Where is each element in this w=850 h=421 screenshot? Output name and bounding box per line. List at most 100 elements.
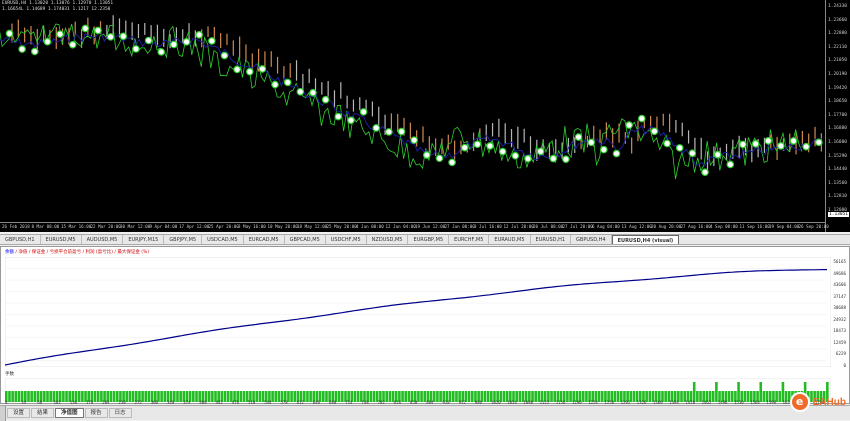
trade-marker-ring — [688, 149, 697, 158]
trade-marker-ring — [777, 142, 785, 150]
chart-tab[interactable]: GBPJPY,M5 — [164, 235, 203, 244]
time-tick: 26 Sep 20:00 — [798, 224, 829, 229]
price-tick: 1.16080 — [828, 140, 847, 145]
chart-tab[interactable]: EURAUD,M5 — [489, 235, 531, 244]
chart-tab[interactable]: GBPCAD,M5 — [285, 235, 326, 244]
trade-marker-ring — [650, 127, 659, 136]
balance-tick: 18473 — [833, 328, 846, 333]
trade-marker-icon — [524, 154, 532, 163]
trade-marker-ring — [536, 147, 545, 156]
tester-tab[interactable]: 报告 — [84, 408, 108, 418]
trade-marker-icon — [359, 108, 368, 116]
volume-bar — [680, 391, 683, 402]
trade-marker-ring — [258, 65, 267, 73]
time-axis: 26 Feb 2018 8 Mar 08:00 15 Mar 16:00 22 Mar… — [0, 222, 829, 232]
chart-tab[interactable]: USDCAD,M5 — [202, 235, 244, 244]
trade-marker-icon — [81, 24, 90, 33]
price-chart-canvas[interactable] — [0, 0, 826, 222]
time-tick: 22 Mar 20:00 — [90, 224, 121, 229]
volume-bar — [486, 391, 490, 402]
trade-marker-icon — [688, 149, 697, 158]
volume-bar — [470, 391, 474, 402]
price-tick: 1.18650 — [828, 99, 847, 105]
chart-tab[interactable]: USDCHF,M5 — [326, 235, 367, 244]
tester-tab[interactable]: 结果 — [31, 408, 55, 418]
trade-marker-icon — [119, 32, 128, 41]
trade-marker-icon — [233, 65, 241, 74]
trade-marker-icon — [397, 127, 406, 136]
volume-bar — [160, 391, 163, 402]
price-chart[interactable]: EURUSD,H4 1.13020 1.13076 1.12970 1.1305… — [0, 0, 850, 232]
tester-tab[interactable]: 日志 — [108, 408, 132, 418]
trade-marker-icon — [637, 114, 646, 123]
volume-bar — [337, 391, 341, 402]
trade-marker-ring — [144, 36, 153, 45]
trade-marker-icon — [435, 154, 444, 163]
trade-marker-icon — [271, 80, 279, 89]
trade-marker-icon — [739, 140, 747, 149]
balance-tick: 37147 — [833, 293, 846, 299]
volume-bar — [759, 382, 763, 402]
volume-bar — [743, 391, 747, 402]
trade-marker-icon — [473, 140, 482, 149]
trade-marker-ring — [486, 142, 494, 150]
trade-marker-ring — [600, 145, 608, 154]
chart-tab[interactable]: NZDUSD,M5 — [367, 235, 409, 244]
volume-bar — [581, 391, 585, 402]
chart-tab[interactable]: AUDUSD,M5 — [82, 235, 124, 244]
volume-bar — [664, 391, 667, 402]
volume-bar — [8, 391, 11, 402]
chart-tab[interactable]: EURUSD,H1 — [531, 235, 572, 244]
trade-marker-icon — [751, 140, 760, 148]
volume-bar — [696, 391, 699, 402]
time-tick: 20 Aug 20:00 — [651, 224, 682, 229]
trade-marker-icon — [777, 142, 785, 150]
volume-bar — [271, 391, 274, 402]
chart-tab[interactable]: EURCAD,M5 — [244, 235, 285, 244]
equity-graph-panel: 余额 / 净值 / 保证金 / 亏损平仓前盈亏 / 利润 (盈亏比) / 最大保… — [0, 246, 850, 405]
trade-marker-icon — [460, 143, 469, 152]
trade-marker-ring — [43, 37, 52, 46]
trade-marker-ring — [435, 154, 444, 163]
trade-marker-icon — [562, 155, 570, 163]
volume-bar — [502, 391, 506, 402]
time-tick: 12 Jun 04:00 — [385, 224, 416, 229]
tester-tab[interactable]: 净值图 — [55, 408, 84, 418]
time-tick: 13 Aug 12:00 — [621, 224, 652, 229]
volume-bar — [14, 391, 18, 402]
volume-bar — [195, 391, 198, 402]
volume-bar — [65, 391, 68, 402]
volume-bar — [781, 382, 785, 402]
chart-tab[interactable]: EURUSD,M5 — [41, 235, 82, 244]
graph-legend: 余额 / 净值 / 保证金 / 亏损平仓前盈亏 / 利润 (盈亏比) / 最大保… — [5, 249, 149, 255]
trade-marker-icon — [701, 168, 709, 176]
trade-marker-icon — [815, 138, 823, 147]
trade-marker-ring — [815, 138, 823, 147]
tester-tab[interactable]: 设置 — [7, 408, 31, 418]
chart-tab[interactable]: EURGBP,M5 — [408, 235, 450, 244]
trade-marker-ring — [132, 45, 140, 53]
trade-marker-ring — [460, 143, 469, 152]
volume-bar — [385, 391, 388, 402]
trade-marker-ring — [802, 142, 810, 151]
time-tick: 3 Jul 16:00 — [474, 224, 502, 229]
volume-bar — [112, 391, 116, 402]
trade-marker-icon — [600, 145, 608, 154]
trade-marker-icon — [245, 67, 254, 76]
volume-bar — [62, 391, 65, 402]
chart-tab[interactable]: EURJPY,M15 — [123, 235, 165, 244]
trade-marker-icon — [5, 29, 14, 38]
volume-bar — [455, 391, 458, 402]
trade-marker-icon — [498, 147, 507, 156]
chart-tab[interactable]: EURUSD,H4 (visual) — [611, 235, 680, 244]
trade-marker-ring — [423, 151, 431, 159]
volume-bar — [417, 391, 420, 402]
trade-marker-ring — [511, 151, 520, 160]
trade-marker-ring — [334, 112, 343, 121]
trade-marker-ring — [625, 121, 633, 129]
chart-tab[interactable]: EURCHF,M5 — [449, 235, 490, 244]
trade-marker-ring — [309, 88, 317, 97]
chart-tab[interactable]: GBPUSD,H1 — [0, 235, 41, 244]
volume-bar — [96, 391, 100, 402]
chart-tab[interactable]: GBPUSD,H4 — [571, 235, 612, 244]
